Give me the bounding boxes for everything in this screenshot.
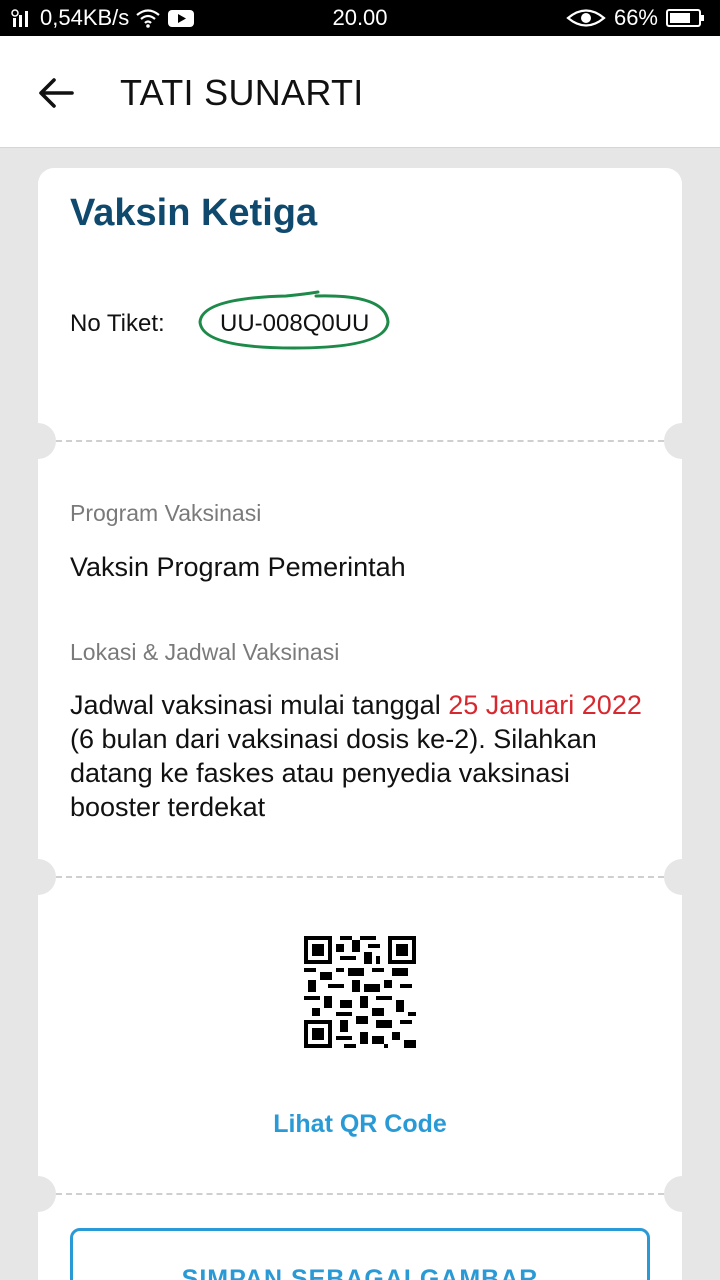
app-bar: TATI SUNARTI [0, 36, 720, 148]
view-qr-code-link[interactable]: Lihat QR Code [38, 1110, 682, 1139]
ticket-label: No Tiket: [70, 310, 165, 337]
ticket-notch [38, 859, 56, 895]
status-right: 66% [566, 5, 706, 31]
program-value: Vaksin Program Pemerintah [70, 552, 406, 582]
eye-icon [566, 9, 606, 27]
vaccine-ticket-card: Vaksin Ketiga No Tiket: UU-008Q0UU Progr… [38, 168, 682, 1280]
divider [56, 876, 664, 878]
location-label: Lokasi & Jadwal Vaksinasi [70, 639, 340, 665]
ticket-notch [664, 1176, 682, 1212]
schedule-suffix: (6 bulan dari vaksinasi dosis ke-2). Sil… [70, 724, 597, 822]
ticket-notch [664, 423, 682, 459]
ticket-notch [664, 859, 682, 895]
ticket-notch [38, 1176, 56, 1212]
save-as-image-button[interactable]: SIMPAN SEBAGAI GAMBAR [70, 1228, 650, 1280]
card-title: Vaksin Ketiga [70, 192, 318, 234]
schedule-date: 25 Januari 2022 [448, 690, 642, 720]
qr-code[interactable] [304, 936, 416, 1048]
schedule-description: Jadwal vaksinasi mulai tanggal 25 Januar… [70, 688, 660, 824]
divider [56, 1193, 664, 1195]
battery-percent: 66% [613, 5, 658, 30]
divider [56, 440, 664, 442]
status-bar: 0,54KB/s 20.00 66% [0, 0, 720, 36]
page-title: TATI SUNARTI [120, 72, 364, 113]
ticket-notch [38, 423, 56, 459]
back-button[interactable] [28, 68, 84, 118]
arrow-left-icon [39, 78, 74, 108]
battery-icon [666, 9, 704, 27]
ticket-number: UU-008Q0UU [220, 310, 370, 337]
schedule-prefix: Jadwal vaksinasi mulai tanggal [70, 690, 449, 720]
program-label: Program Vaksinasi [70, 500, 262, 526]
